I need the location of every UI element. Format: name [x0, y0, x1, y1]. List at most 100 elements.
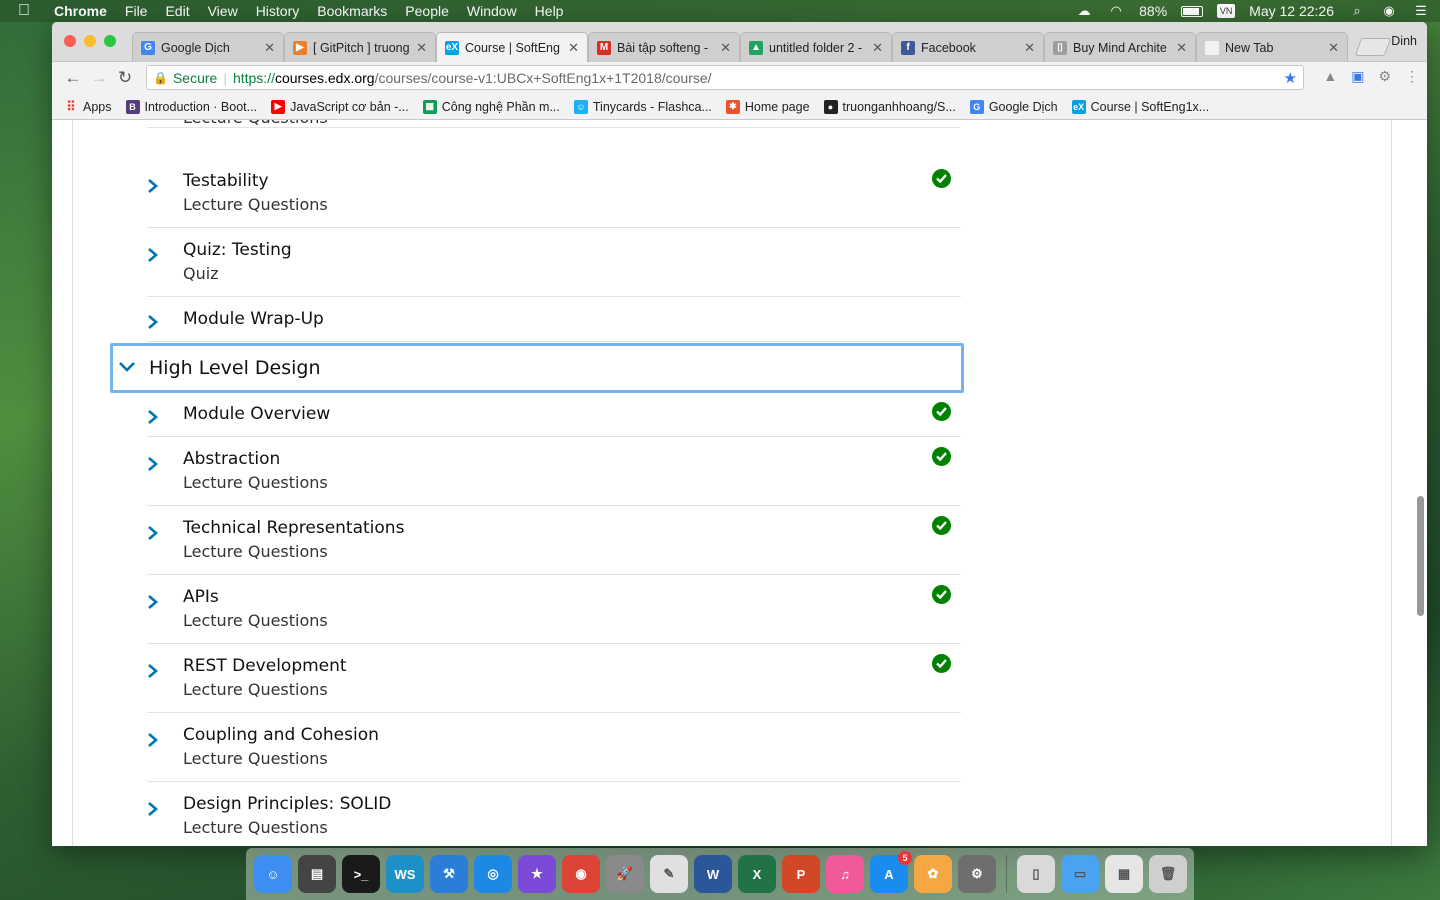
outline-item-name[interactable]: Module Wrap-Up [183, 307, 961, 331]
bookmark-item[interactable]: ⠿ Apps [64, 99, 111, 114]
cloud-icon[interactable]: ☁ [1075, 4, 1093, 18]
outline-item-name[interactable]: Quiz: Testing [183, 238, 961, 262]
webstorm-icon[interactable]: WS [386, 855, 424, 893]
close-window-button[interactable] [64, 35, 76, 47]
tab[interactable]: New Tab ✕ [1196, 32, 1348, 62]
scrollbar-thumb[interactable] [1417, 496, 1424, 616]
itunes-icon[interactable]: ♫ [826, 855, 864, 893]
menu-item-chrome[interactable]: Chrome [54, 3, 107, 19]
section-header-high-level-design[interactable]: High Level Design [110, 343, 964, 393]
page-scrollbar[interactable] [1413, 120, 1427, 846]
pocket-extension-icon[interactable]: ▣ [1351, 68, 1364, 85]
input-source-icon[interactable]: VN [1217, 4, 1236, 18]
chevron-right-icon[interactable] [147, 595, 163, 609]
outline-item-name[interactable]: Module Overview [183, 402, 961, 426]
outline-item-name[interactable]: Testability [183, 169, 961, 193]
outline-item-name[interactable]: Technical Representations [183, 516, 961, 540]
trash-icon[interactable]: 🗑 [1149, 855, 1187, 893]
battery-icon[interactable] [1181, 5, 1204, 17]
settings-extension-icon[interactable]: ⚙ [1378, 68, 1391, 85]
bookmark-item[interactable]: ▦ Công nghệ Phần m... [422, 99, 560, 114]
menu-item-help[interactable]: Help [535, 3, 564, 19]
outline-row[interactable]: REST Development Lecture Questions [147, 644, 961, 713]
siri-icon[interactable]: ◉ [1380, 4, 1398, 18]
safari-icon[interactable]: ◎ [474, 855, 512, 893]
bookmark-item[interactable]: ● truonganhhoang/S... [823, 99, 956, 114]
notification-center-icon[interactable]: ☰ [1412, 4, 1430, 18]
outline-item-name[interactable]: APIs [183, 585, 961, 609]
apple-icon[interactable]:  [18, 2, 36, 20]
tab[interactable]: f Facebook ✕ [892, 32, 1044, 62]
outline-row[interactable]: Quiz: Testing Quiz [147, 228, 961, 297]
folder-icon[interactable]: ▭ [1061, 855, 1099, 893]
tab[interactable]: G Google Dịch ✕ [132, 32, 284, 62]
bookmark-item[interactable]: ▶ JavaScript cơ bản -... [271, 99, 409, 114]
textedit-icon[interactable]: ✎ [650, 855, 688, 893]
outline-row[interactable]: Module Overview [147, 392, 961, 437]
forward-arrow-icon[interactable]: → [86, 68, 112, 88]
chevron-right-icon[interactable] [147, 664, 163, 678]
menu-item-people[interactable]: People [405, 3, 449, 19]
bookmark-item[interactable]: G Google Dịch [969, 99, 1058, 114]
outline-item-name[interactable]: Coupling and Cohesion [183, 723, 961, 747]
xcode-icon[interactable]: ⚒ [430, 855, 468, 893]
document-stack-icon[interactable]: ▯ [1017, 855, 1055, 893]
bookmark-star-icon[interactable]: ★ [1284, 69, 1297, 87]
finder-icon[interactable]: ☺ [254, 855, 292, 893]
bookmark-item[interactable]: ☺ Tinycards - Flashca... [573, 99, 712, 114]
outline-row[interactable]: Testability Lecture Questions [147, 159, 961, 228]
downloads-icon[interactable]: ▦ [1105, 855, 1143, 893]
outline-row[interactable]: Lecture Questions [147, 120, 961, 128]
outline-row[interactable]: APIs Lecture Questions [147, 575, 961, 644]
close-tab-icon[interactable]: ✕ [1176, 40, 1187, 56]
chevron-right-icon[interactable] [147, 410, 163, 424]
spotlight-search-icon[interactable]: ⌕ [1348, 4, 1366, 18]
outline-row[interactable]: Coupling and Cohesion Lecture Questions [147, 713, 961, 782]
chrome-menu-icon[interactable]: ⋮ [1405, 68, 1419, 85]
bookmark-item[interactable]: eX Course | SoftEng1x... [1071, 99, 1209, 114]
tab[interactable]: ▶ [ GitPitch ] truong ✕ [284, 32, 436, 62]
new-tab-button[interactable] [1354, 38, 1392, 56]
zoom-window-button[interactable] [104, 35, 116, 47]
chevron-down-icon[interactable] [119, 360, 135, 378]
close-tab-icon[interactable]: ✕ [1328, 40, 1339, 56]
excel-icon[interactable]: X [738, 855, 776, 893]
imovie-star-icon[interactable]: ★ [518, 855, 556, 893]
close-tab-icon[interactable]: ✕ [416, 40, 427, 56]
chevron-right-icon[interactable] [147, 802, 163, 816]
drive-extension-icon[interactable]: ▲ [1323, 68, 1337, 85]
menubar-clock[interactable]: May 12 22:26 [1249, 3, 1334, 19]
photos-icon[interactable]: ✿ [914, 855, 952, 893]
tab[interactable]: M Bài tập softeng - ✕ [588, 32, 740, 62]
outline-item-name[interactable]: Design Principles: SOLID [183, 792, 961, 816]
close-tab-icon[interactable]: ✕ [568, 40, 579, 56]
outline-item-name[interactable]: Abstraction [183, 447, 961, 471]
system-preferences-icon[interactable]: ⚙ [958, 855, 996, 893]
tab-active[interactable]: eX Course | SoftEng ✕ [436, 32, 588, 62]
chevron-right-icon[interactable] [147, 457, 163, 471]
bookmark-item[interactable]: B Introduction · Boot... [125, 99, 257, 114]
chevron-right-icon[interactable] [147, 315, 163, 329]
menu-item-file[interactable]: File [125, 3, 148, 19]
activity-monitor-icon[interactable]: ▤ [298, 855, 336, 893]
tab[interactable]: ▲ untitled folder 2 - ✕ [740, 32, 892, 62]
word-icon[interactable]: W [694, 855, 732, 893]
chevron-right-icon[interactable] [147, 179, 163, 193]
terminal-icon[interactable]: >_ [342, 855, 380, 893]
chrome-icon[interactable]: ◉ [562, 855, 600, 893]
outline-row[interactable]: Module Wrap-Up [147, 297, 961, 342]
close-tab-icon[interactable]: ✕ [264, 40, 275, 56]
reload-icon[interactable]: ↻ [112, 68, 138, 88]
menu-item-window[interactable]: Window [467, 3, 517, 19]
powerpoint-icon[interactable]: P [782, 855, 820, 893]
chevron-right-icon[interactable] [147, 733, 163, 747]
chevron-right-icon[interactable] [147, 526, 163, 540]
close-tab-icon[interactable]: ✕ [1024, 40, 1035, 56]
address-bar[interactable]: 🔒 Secure | https:// courses.edx.org /cou… [146, 65, 1304, 90]
menu-item-edit[interactable]: Edit [165, 3, 189, 19]
lock-icon[interactable]: 🔒 [153, 71, 168, 85]
outline-row[interactable]: Technical Representations Lecture Questio… [147, 506, 961, 575]
chevron-right-icon[interactable] [147, 248, 163, 262]
menu-item-history[interactable]: History [256, 3, 300, 19]
close-tab-icon[interactable]: ✕ [872, 40, 883, 56]
